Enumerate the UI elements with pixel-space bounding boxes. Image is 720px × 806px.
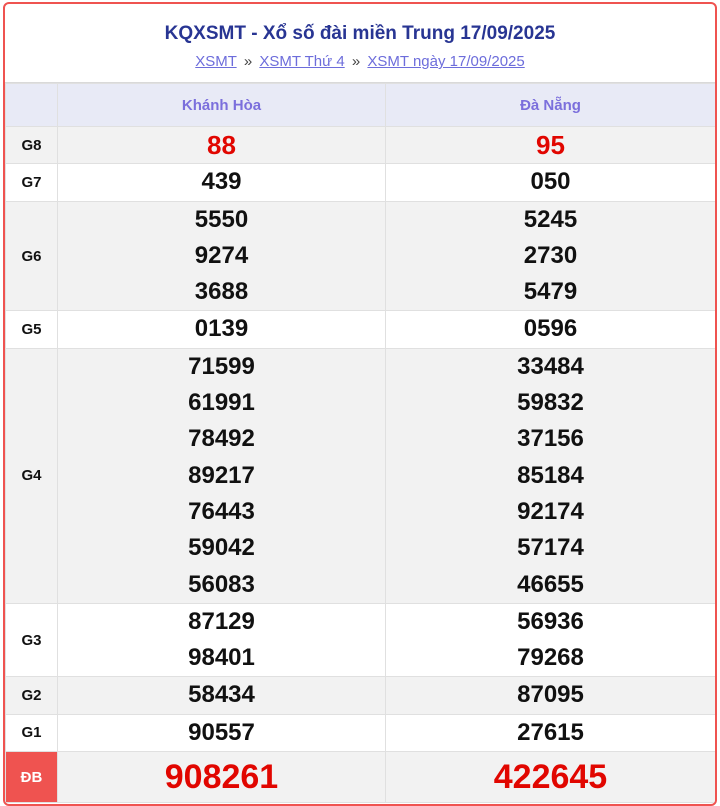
- result-number: 3688: [194, 278, 249, 306]
- prize-label: G4: [5, 347, 58, 604]
- results-panel: KQXSMT - Xổ số đài miền Trung 17/09/2025…: [3, 2, 717, 806]
- result-number: 87095: [517, 681, 584, 709]
- prize-label: G8: [5, 125, 58, 165]
- breadcrumb-link-xsmt[interactable]: XSMT: [195, 53, 236, 70]
- result-number: 0596: [523, 315, 578, 343]
- result-cell-da-nang: 56936 79268: [385, 602, 715, 678]
- result-number: 78492: [188, 425, 255, 453]
- result-number: 57174: [517, 534, 584, 562]
- result-number: 71599: [188, 352, 255, 380]
- prize-label: G7: [5, 163, 58, 202]
- prize-row: G7 439 050: [5, 163, 715, 202]
- result-number: 46655: [517, 570, 584, 598]
- table-header-row: Khánh Hòa Đà Nẵng: [5, 83, 715, 127]
- prize-label: G5: [5, 310, 58, 349]
- result-cell-khanh-hoa: 439: [57, 163, 386, 202]
- result-number: 79268: [517, 644, 584, 672]
- result-number: 5479: [523, 278, 578, 306]
- prize-label: G2: [5, 676, 58, 715]
- result-cell-da-nang: 0596: [385, 310, 715, 349]
- result-cell-khanh-hoa: 0139: [57, 310, 386, 349]
- result-cell-da-nang: 87095: [385, 676, 715, 715]
- prize-row: G2 58434 87095: [5, 676, 715, 715]
- prize-label: G6: [5, 200, 58, 312]
- result-cell-da-nang: 5245 2730 5479: [385, 200, 715, 312]
- result-number: 27615: [517, 718, 584, 746]
- column-header-da-nang: Đà Nẵng: [385, 83, 715, 127]
- result-cell-da-nang: 050: [385, 163, 715, 202]
- page-title: KQXSMT - Xổ số đài miền Trung 17/09/2025: [164, 23, 556, 44]
- result-cell-khanh-hoa: 908261: [57, 751, 386, 804]
- prize-row: G8 88 95: [5, 125, 715, 165]
- result-number: 88: [207, 130, 236, 160]
- result-number: 76443: [188, 497, 255, 525]
- result-number: 90557: [188, 718, 255, 746]
- prize-label: ĐB: [5, 751, 58, 804]
- breadcrumb-separator: »: [351, 53, 361, 70]
- result-cell-khanh-hoa: 5550 9274 3688: [57, 200, 386, 312]
- result-cell-da-nang: 422645: [385, 751, 715, 804]
- result-cell-khanh-hoa: 58434: [57, 676, 386, 715]
- result-number: 422645: [493, 758, 608, 797]
- result-cell-khanh-hoa: 90557: [57, 713, 386, 753]
- result-number: 33484: [517, 352, 584, 380]
- result-number: 87129: [188, 607, 255, 635]
- result-cell-khanh-hoa: 88: [57, 125, 386, 165]
- column-header-khanh-hoa: Khánh Hòa: [57, 83, 386, 127]
- corner-cell: [5, 83, 58, 127]
- prize-label: G3: [5, 602, 58, 678]
- results-header: KQXSMT - Xổ số đài miền Trung 17/09/2025…: [5, 4, 715, 83]
- result-number: 37156: [517, 425, 584, 453]
- result-number: 5245: [523, 205, 578, 233]
- result-number: 56083: [188, 570, 255, 598]
- result-number: 439: [201, 168, 242, 196]
- result-number: 050: [530, 168, 571, 196]
- result-cell-khanh-hoa: 71599 61991 78492 89217 76443 59042 56083: [57, 347, 386, 604]
- prize-row: ĐB 908261 422645: [5, 751, 715, 804]
- result-number: 59042: [188, 534, 255, 562]
- results-body: G8 88 95 G7 439 050 G6 5550 9274 3688 5245 2730 5479…: [5, 125, 715, 804]
- breadcrumb-link-xsmt-date[interactable]: XSMT ngày 17/09/2025: [367, 53, 524, 70]
- result-number: 98401: [188, 644, 255, 672]
- result-number: 85184: [517, 461, 584, 489]
- prize-row: G5 0139 0596: [5, 310, 715, 349]
- result-number: 89217: [188, 461, 255, 489]
- result-number: 59832: [517, 389, 584, 417]
- result-number: 5550: [194, 205, 249, 233]
- result-number: 56936: [517, 607, 584, 635]
- result-number: 61991: [188, 389, 255, 417]
- results-table: Khánh Hòa Đà Nẵng G8 88 95 G7 439 050 G6 5550 92…: [5, 83, 715, 804]
- result-number: 2730: [523, 241, 578, 269]
- result-number: 0139: [194, 315, 249, 343]
- result-number: 908261: [164, 758, 279, 797]
- prize-row: G3 87129 98401 56936 79268: [5, 602, 715, 678]
- breadcrumb: XSMT » XSMT Thứ 4 » XSMT ngày 17/09/2025: [5, 53, 715, 71]
- result-cell-da-nang: 95: [385, 125, 715, 165]
- prize-label: G1: [5, 713, 58, 753]
- prize-row: G1 90557 27615: [5, 713, 715, 753]
- breadcrumb-separator: »: [243, 53, 253, 70]
- result-number: 92174: [517, 497, 584, 525]
- breadcrumb-link-xsmt-weekday[interactable]: XSMT Thứ 4: [259, 53, 344, 70]
- result-number: 58434: [188, 681, 255, 709]
- result-cell-da-nang: 27615: [385, 713, 715, 753]
- prize-row: G4 71599 61991 78492 89217 76443 59042 56083 334…: [5, 347, 715, 604]
- result-number: 95: [536, 130, 565, 160]
- result-cell-da-nang: 33484 59832 37156 85184 92174 57174 46655: [385, 347, 715, 604]
- result-cell-khanh-hoa: 87129 98401: [57, 602, 386, 678]
- result-number: 9274: [194, 241, 249, 269]
- prize-row: G6 5550 9274 3688 5245 2730 5479: [5, 200, 715, 312]
